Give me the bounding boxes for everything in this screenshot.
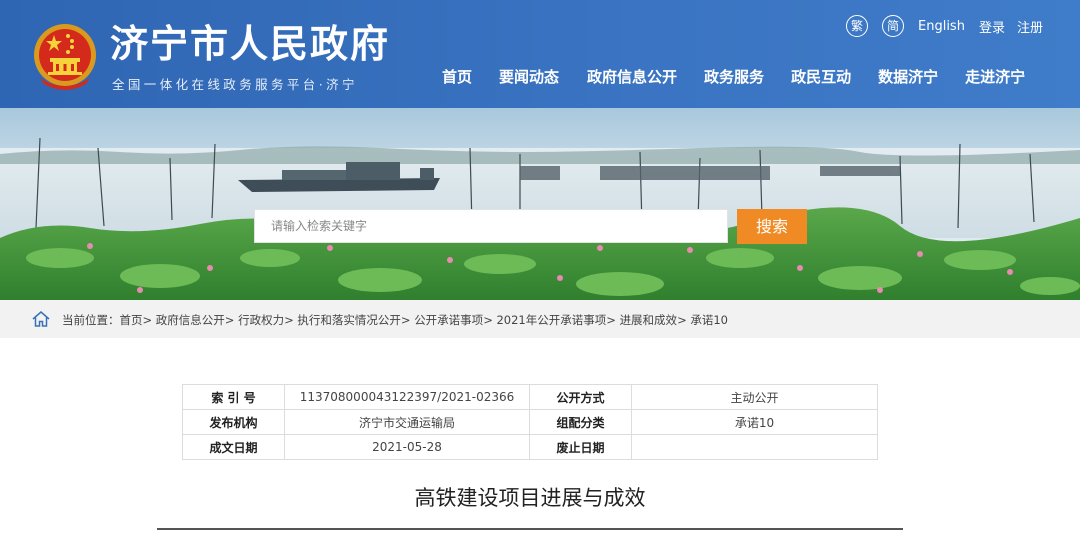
site-header: 济宁市人民政府 全国一体化在线政务服务平台·济宁 繁 简 English 登录 … [0, 0, 1080, 108]
mode-label: 公开方式 [529, 384, 632, 410]
traditional-chinese-toggle[interactable]: 繁 [846, 15, 868, 37]
category-label: 组配分类 [529, 409, 632, 435]
breadcrumb-item-current[interactable]: 承诺10 [690, 313, 728, 327]
document-meta-table: 索 引 号 113708000043122397/2021-02366 公开方式… [182, 384, 878, 460]
nav-item-home[interactable]: 首页 [442, 66, 472, 87]
org-value: 济宁市交通运输局 [284, 409, 530, 435]
lake-banner-image [0, 108, 1080, 300]
home-icon[interactable] [32, 311, 50, 327]
nav-item-data[interactable]: 数据济宁 [878, 66, 938, 87]
simplified-chinese-toggle[interactable]: 简 [882, 15, 904, 37]
nav-item-about[interactable]: 走进济宁 [965, 66, 1025, 87]
expire-value [631, 434, 878, 460]
date-label: 成文日期 [182, 434, 285, 460]
org-label: 发布机构 [182, 409, 285, 435]
breadcrumb-prefix: 当前位置： [62, 313, 120, 327]
breadcrumb: 当前位置：首页> 政府信息公开> 行政权力> 执行和落实情况公开> 公开承诺事项… [0, 300, 1080, 338]
search-box [254, 209, 728, 243]
table-row: 索 引 号 113708000043122397/2021-02366 公开方式… [182, 384, 878, 410]
breadcrumb-item[interactable]: 政府信息公开 [156, 313, 225, 327]
top-links: 繁 简 English 登录 注册 [846, 14, 1055, 38]
table-row: 发布机构 济宁市交通运输局 组配分类 承诺10 [182, 409, 878, 435]
nav-item-info-disclosure[interactable]: 政府信息公开 [587, 66, 677, 87]
breadcrumb-item[interactable]: 执行和落实情况公开 [297, 313, 401, 327]
breadcrumb-item[interactable]: 2021年公开承诺事项 [496, 313, 606, 327]
register-link[interactable]: 注册 [1017, 17, 1043, 36]
breadcrumb-item[interactable]: 公开承诺事项 [414, 313, 483, 327]
table-row: 成文日期 2021-05-28 废止日期 [182, 434, 878, 460]
main-nav: 首页 要闻动态 政府信息公开 政务服务 政民互动 数据济宁 走进济宁 [442, 66, 1025, 87]
breadcrumb-item[interactable]: 行政权力 [238, 313, 284, 327]
nav-item-gov-services[interactable]: 政务服务 [704, 66, 764, 87]
expire-label: 废止日期 [529, 434, 632, 460]
category-value: 承诺10 [631, 409, 878, 435]
login-link[interactable]: 登录 [979, 17, 1005, 36]
breadcrumb-item[interactable]: 进展和成效 [620, 313, 678, 327]
site-subtitle: 全国一体化在线政务服务平台·济宁 [112, 77, 358, 92]
national-emblem-icon [34, 24, 96, 90]
breadcrumb-item[interactable]: 首页 [120, 313, 143, 327]
search-button[interactable]: 搜索 [737, 209, 807, 244]
site-title[interactable]: 济宁市人民政府 [110, 22, 390, 66]
index-label: 索 引 号 [182, 384, 285, 410]
english-link[interactable]: English [918, 19, 965, 34]
index-value: 113708000043122397/2021-02366 [284, 384, 530, 410]
nav-item-news[interactable]: 要闻动态 [499, 66, 559, 87]
date-value: 2021-05-28 [284, 434, 530, 460]
document-title: 高铁建设项目进展与成效 [414, 486, 646, 510]
breadcrumb-trail: 当前位置：首页> 政府信息公开> 行政权力> 执行和落实情况公开> 公开承诺事项… [62, 313, 728, 327]
title-divider [157, 528, 903, 530]
nav-item-interaction[interactable]: 政民互动 [791, 66, 851, 87]
mode-value: 主动公开 [631, 384, 878, 410]
search-input[interactable] [255, 210, 727, 242]
